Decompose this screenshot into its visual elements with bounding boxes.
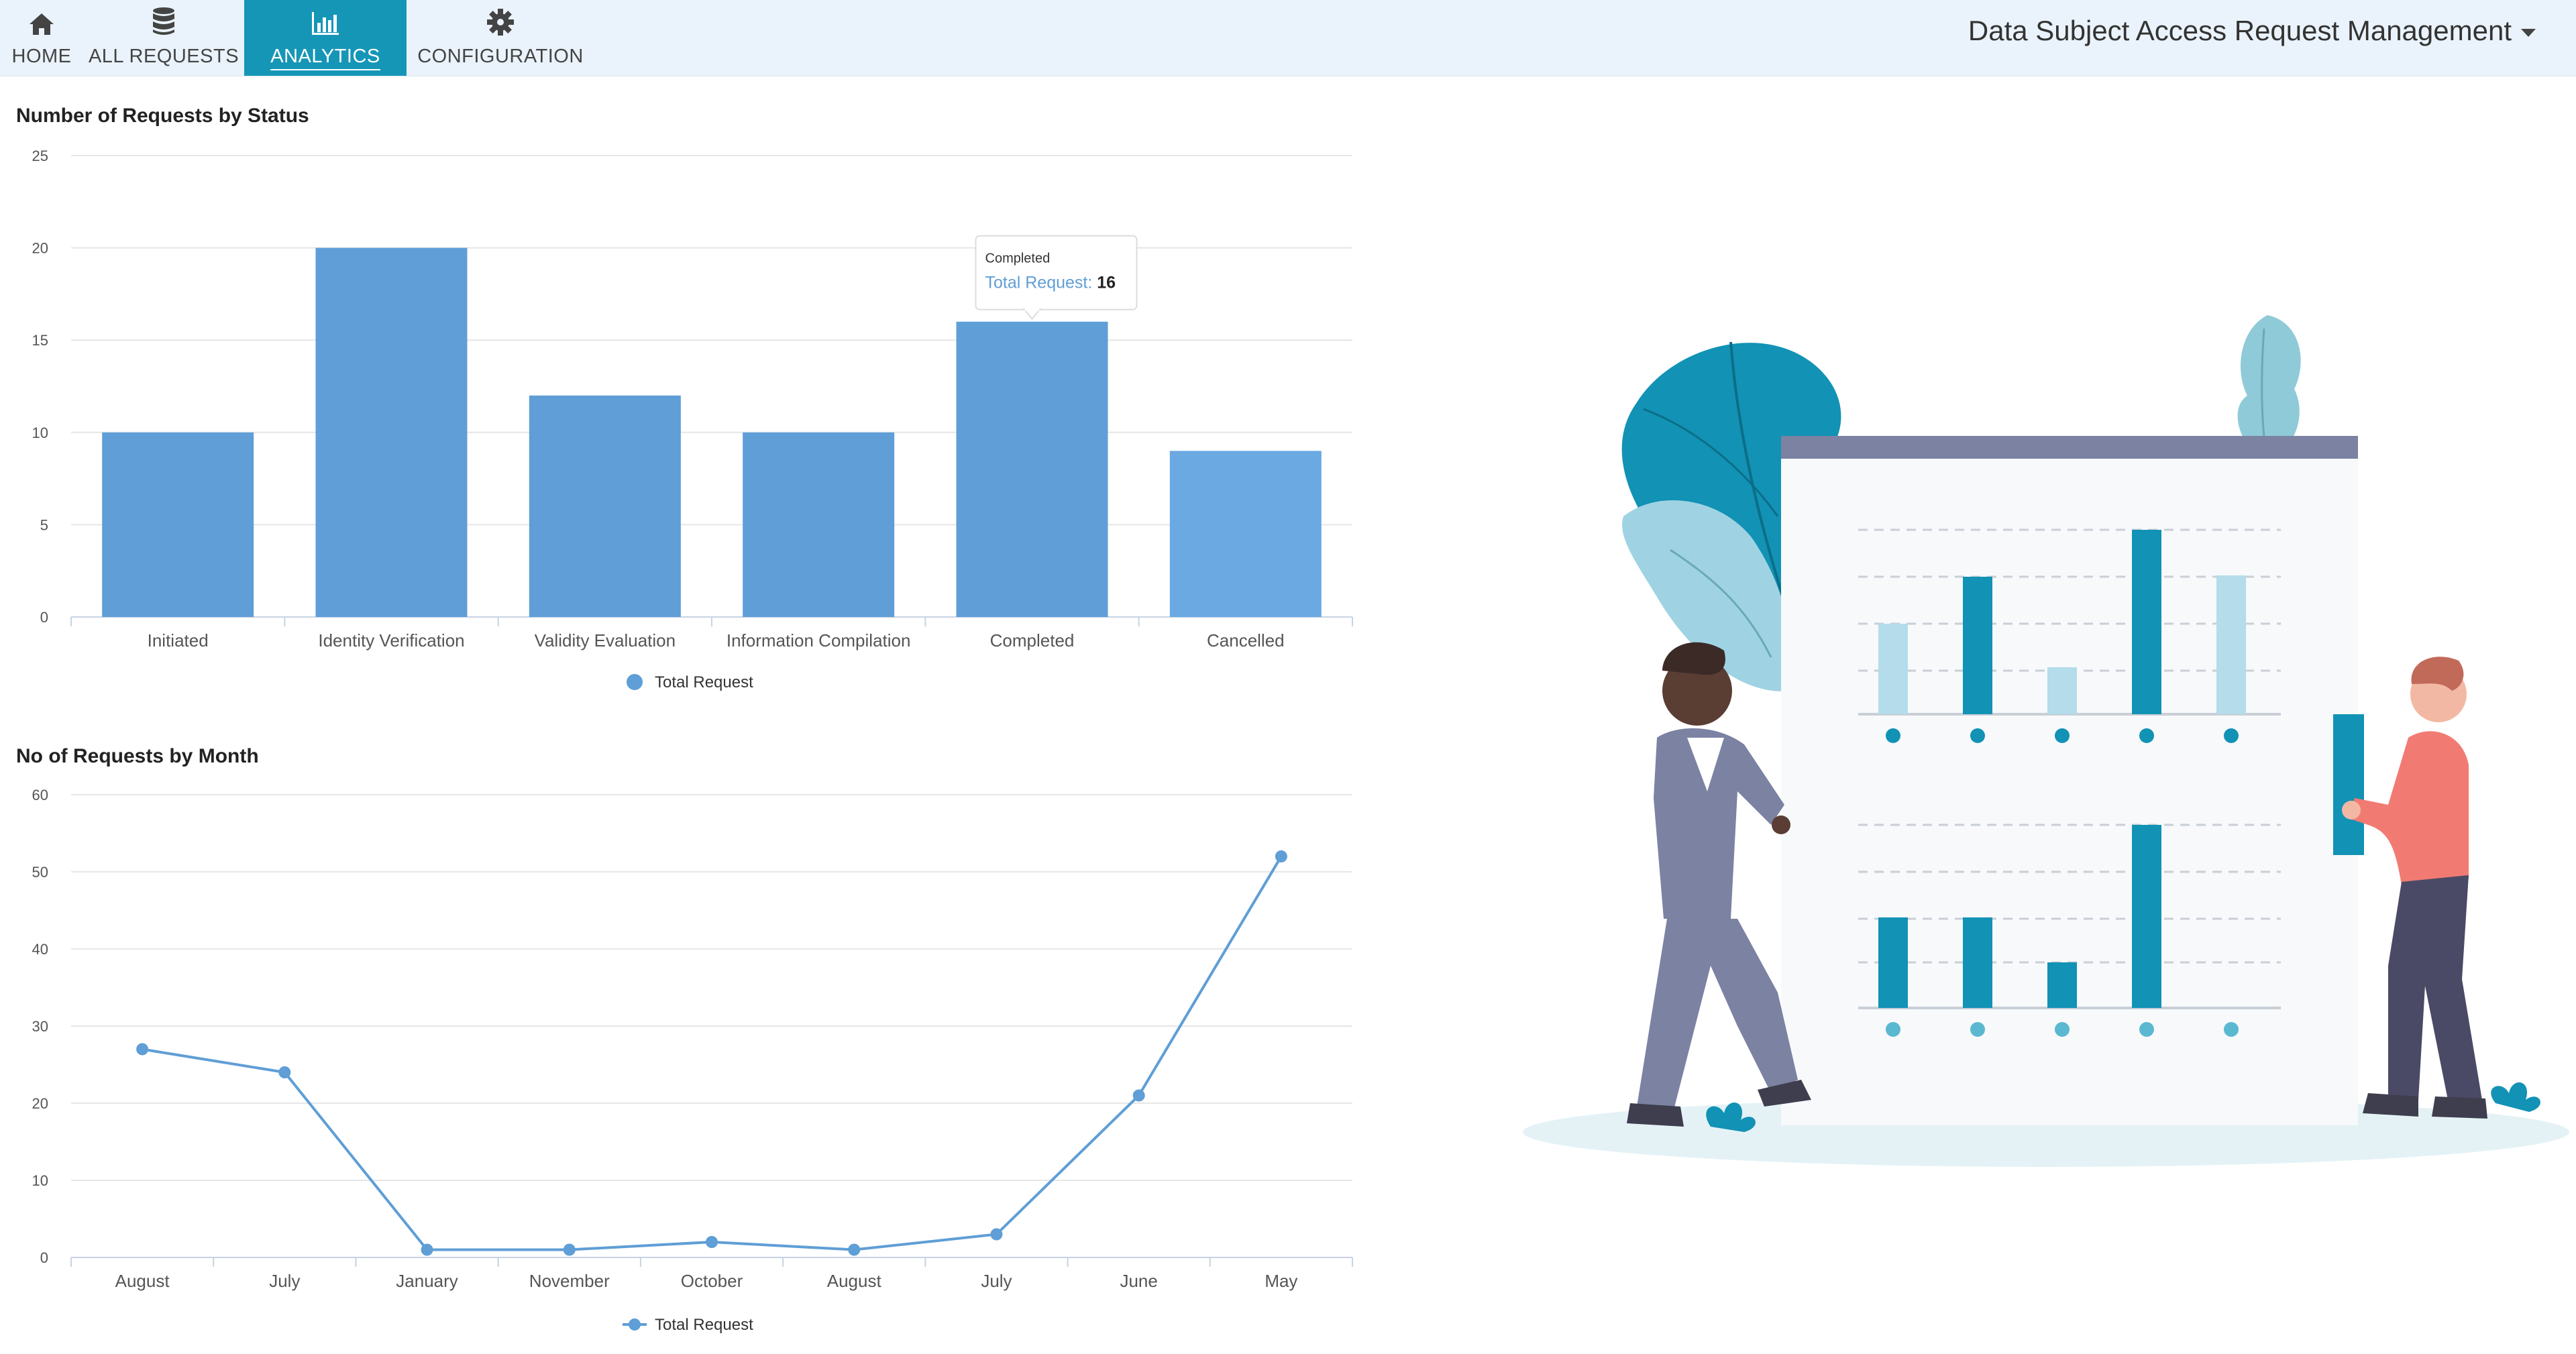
x-tick-label: Completed — [990, 630, 1075, 651]
y-tick-label: 50 — [32, 864, 48, 881]
home-icon — [28, 1, 55, 36]
legend-marker — [629, 1318, 641, 1331]
legend-label: Total Request — [655, 673, 753, 691]
nav-configuration-label: CONFIGURATION — [417, 46, 584, 67]
y-tick-label: 20 — [32, 1095, 48, 1112]
chevron-down-icon — [2521, 29, 2536, 37]
x-tick-label: July — [269, 1271, 300, 1291]
bar — [1169, 451, 1322, 617]
series-line — [142, 855, 1283, 1251]
tooltip-category: Completed — [985, 251, 1051, 266]
x-tick-label: Validity Evaluation — [535, 630, 676, 651]
x-tick-label: July — [981, 1271, 1012, 1291]
y-tick-label: 15 — [32, 332, 48, 349]
nav-home-label: HOME — [11, 46, 72, 67]
x-tick-label: Identity Verification — [318, 630, 464, 651]
y-tick-label: 10 — [32, 425, 48, 441]
y-tick-label: 30 — [32, 1018, 48, 1035]
bar — [315, 247, 468, 618]
data-point — [1275, 850, 1287, 862]
data-point — [706, 1236, 718, 1248]
nav-all-requests-label: ALL REQUESTS — [88, 46, 239, 67]
data-point — [848, 1243, 861, 1256]
tooltip-pointer-mask — [1024, 305, 1040, 311]
nav-analytics[interactable]: ANALYTICS — [244, 0, 407, 76]
data-point — [278, 1066, 291, 1078]
analytics-illustration — [1523, 315, 2569, 1167]
y-tick-label: 0 — [40, 609, 48, 626]
legend-label: Total Request — [655, 1316, 753, 1334]
x-tick-label: Initiated — [148, 630, 209, 651]
database-icon — [152, 1, 176, 36]
y-tick-label: 0 — [40, 1249, 48, 1266]
app-title: Data Subject Access Request Management — [1968, 15, 2512, 46]
legend-marker — [627, 674, 643, 690]
top-navigation-bar: HOME ALL REQUESTS ANALYTICS CONFIGURATIO… — [0, 0, 2576, 76]
data-point — [563, 1243, 576, 1256]
data-point — [1132, 1089, 1145, 1102]
gear-icon — [486, 1, 515, 36]
tooltip-value: 16 — [1097, 274, 1116, 292]
tooltip-series: Total Request: — [985, 274, 1097, 292]
x-tick-label: Information Compilation — [727, 630, 911, 651]
bar-chart-icon — [311, 1, 340, 36]
y-tick-label: 5 — [40, 516, 48, 533]
chart-tooltip: Completed Total Request: 16 — [975, 235, 1138, 321]
x-tick-label: January — [396, 1271, 458, 1291]
data-point — [990, 1228, 1003, 1241]
bar — [102, 432, 254, 617]
month-chart-panel: No of Requests by Month 0 10 20 30 40 50 60 Aug… — [16, 741, 1364, 1354]
y-tick-label: 40 — [32, 941, 48, 958]
x-tick-label: June — [1120, 1271, 1157, 1291]
bar — [529, 395, 681, 617]
y-tick-label: 25 — [32, 148, 48, 164]
main-nav: HOME ALL REQUESTS ANALYTICS CONFIGURATIO… — [0, 0, 594, 76]
x-tick-label: August — [827, 1271, 882, 1291]
nav-analytics-label: ANALYTICS — [270, 46, 380, 70]
nav-all-requests[interactable]: ALL REQUESTS — [83, 0, 244, 76]
app-title-dropdown[interactable]: Data Subject Access Request Management — [1968, 15, 2536, 47]
dashboard-board — [1781, 436, 2358, 1125]
status-bar-chart: 0 5 10 15 20 25 Initiated Identity Verification… — [32, 148, 1353, 691]
x-tick-label: May — [1265, 1271, 1297, 1291]
x-tick-label: November — [529, 1271, 610, 1291]
data-point — [421, 1243, 433, 1256]
data-point — [136, 1043, 149, 1056]
bar — [956, 321, 1108, 617]
month-line-chart: 0 10 20 30 40 50 60 August July January November Oc… — [32, 787, 1353, 1334]
nav-configuration[interactable]: CONFIGURATION — [407, 0, 594, 76]
nav-home[interactable]: HOME — [0, 0, 83, 76]
y-tick-label: 60 — [32, 787, 48, 803]
tooltip-value-line: Total Request: 16 — [985, 274, 1116, 292]
tooltip-box — [975, 235, 1138, 311]
x-tick-label: October — [681, 1271, 743, 1291]
status-chart-panel: Number of Requests by Status 0 5 10 15 20 25 I… — [16, 101, 1364, 704]
y-tick-label: 20 — [32, 240, 48, 257]
bar — [743, 432, 895, 617]
y-tick-label: 10 — [32, 1172, 48, 1189]
x-tick-label: Cancelled — [1207, 630, 1285, 651]
x-tick-label: August — [115, 1271, 170, 1291]
